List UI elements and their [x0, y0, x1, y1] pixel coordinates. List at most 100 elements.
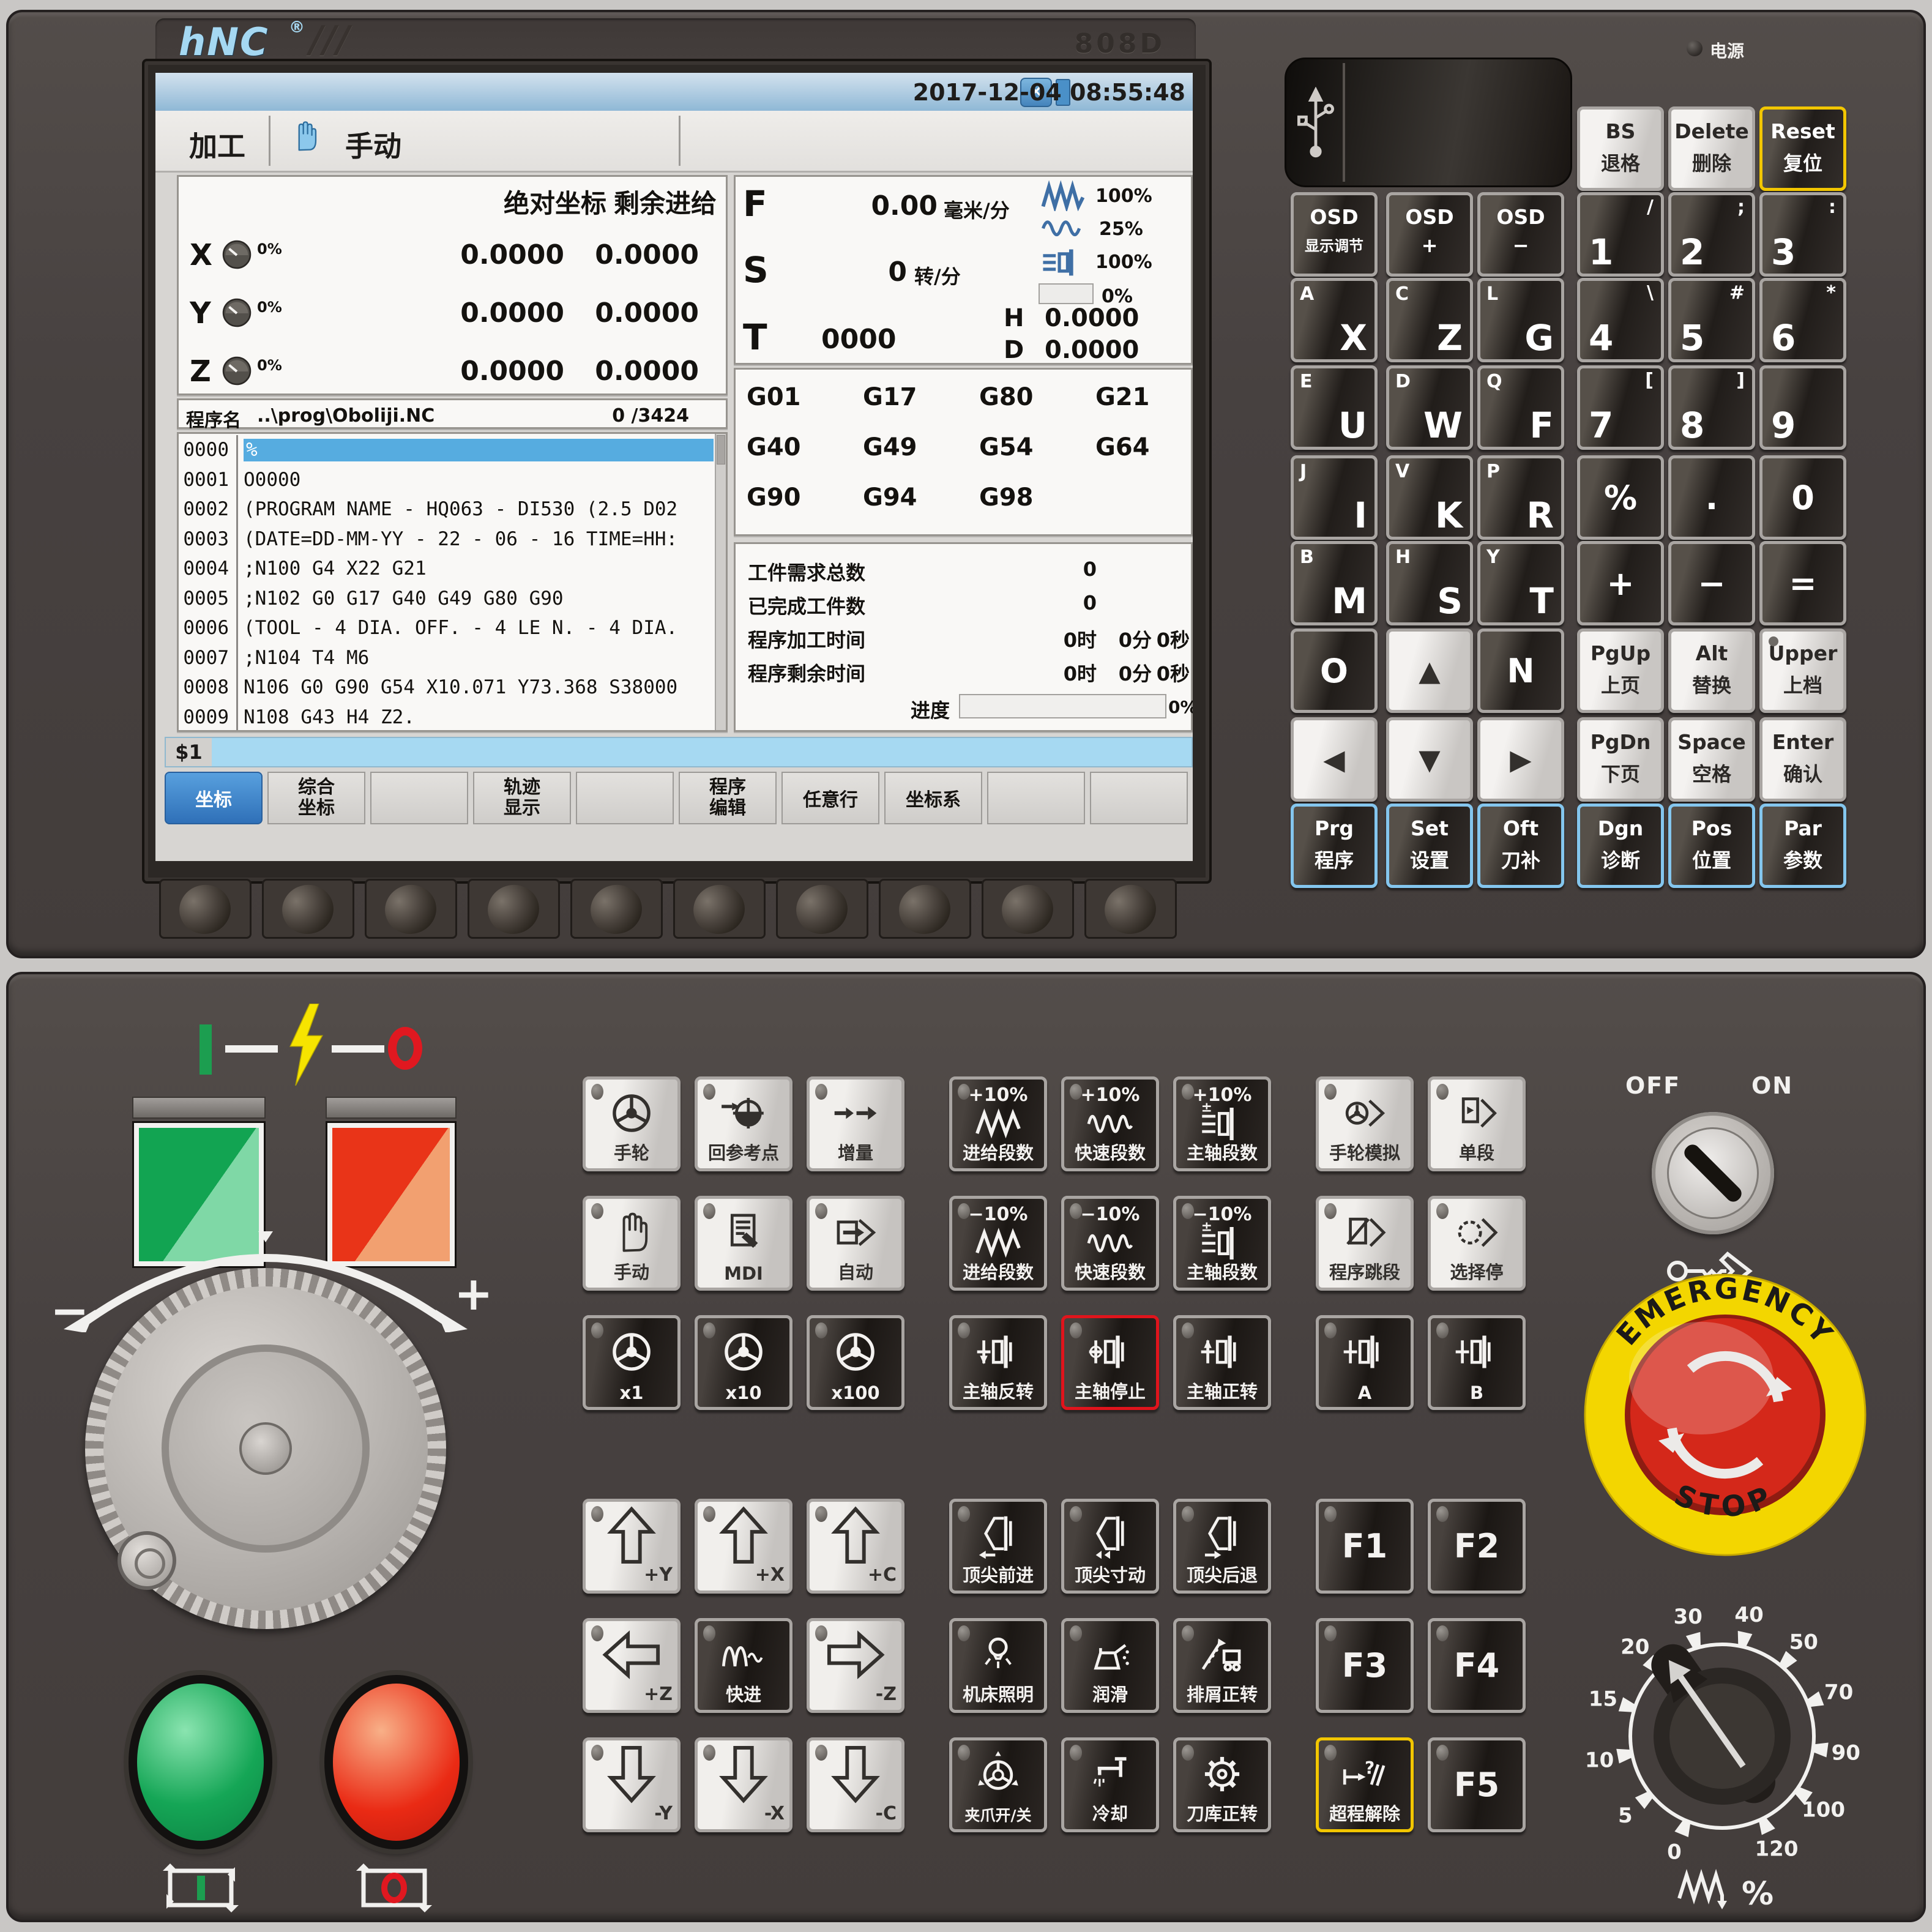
- monitor-softkey-2[interactable]: [262, 879, 354, 939]
- program-line[interactable]: 0009N108 G43 H4 Z2.: [179, 703, 717, 733]
- key-i[interactable]: JI: [1291, 455, 1378, 540]
- key-delete[interactable]: Delete删除: [1668, 106, 1755, 191]
- button-顶尖寸动[interactable]: 顶尖寸动: [1061, 1499, 1159, 1594]
- feedrate-override-dial[interactable]: 051015203040507090100120%: [1581, 1586, 1863, 1911]
- tab-坐标系[interactable]: 坐标系: [884, 772, 982, 824]
- key-+[interactable]: +: [1577, 541, 1664, 625]
- monitor-softkey-1[interactable]: [159, 879, 252, 939]
- button-+X[interactable]: +X: [695, 1499, 793, 1594]
- scrollbar-thumb[interactable]: [717, 435, 725, 464]
- button-单段[interactable]: 单段: [1428, 1076, 1526, 1171]
- key-s[interactable]: HS: [1386, 541, 1473, 625]
- button-+Z[interactable]: +Z: [583, 1618, 681, 1713]
- monitor-softkey-10[interactable]: [1084, 879, 1177, 939]
- button-快速段数[interactable]: −10%快速段数: [1061, 1196, 1159, 1291]
- button-超程解除[interactable]: ?超程解除: [1316, 1737, 1414, 1832]
- key-n[interactable]: N: [1477, 628, 1564, 713]
- button-MDI[interactable]: MDI: [695, 1196, 793, 1291]
- program-protect-keyswitch[interactable]: OFF ON: [1600, 1066, 1820, 1299]
- monitor-softkey-4[interactable]: [468, 879, 560, 939]
- key-space[interactable]: Space空格: [1668, 717, 1755, 802]
- key-9[interactable]: 9: [1759, 365, 1846, 450]
- tab-blank-8[interactable]: [987, 772, 1085, 824]
- key-f[interactable]: QF: [1477, 365, 1564, 450]
- key-.[interactable]: .: [1668, 455, 1755, 540]
- monitor-softkey-5[interactable]: [570, 879, 663, 939]
- usb-slot[interactable]: [1285, 58, 1572, 187]
- handwheel-mpg[interactable]: − +: [58, 1216, 474, 1657]
- tab-blank-9[interactable]: [1090, 772, 1188, 824]
- key-par[interactable]: Par参数: [1759, 804, 1846, 888]
- button-冷却[interactable]: 冷却: [1061, 1737, 1159, 1832]
- program-line[interactable]: 0004;N100 G4 X22 G21: [179, 554, 717, 584]
- tab-blank-2[interactable]: [370, 772, 468, 824]
- button-手轮模拟[interactable]: 手轮模拟: [1316, 1076, 1414, 1171]
- feed-hold-button[interactable]: [324, 1675, 468, 1849]
- key-z[interactable]: CZ: [1386, 278, 1473, 362]
- button-F4[interactable]: F4: [1428, 1618, 1526, 1713]
- button-x1[interactable]: x1: [583, 1315, 681, 1410]
- button-程序跳段[interactable]: 程序跳段: [1316, 1196, 1414, 1291]
- button-+Y[interactable]: +Y: [583, 1499, 681, 1594]
- key-reset[interactable]: Reset复位: [1759, 106, 1846, 191]
- button--C[interactable]: -C: [807, 1737, 904, 1832]
- program-line[interactable]: 0003(DATE=DD-MM-YY - 22 - 06 - 16 TIME=H…: [179, 524, 717, 554]
- key-page-down[interactable]: PgDn下页: [1577, 717, 1664, 802]
- button-排屑正转[interactable]: 排屑正转: [1173, 1618, 1271, 1713]
- button-主轴正转[interactable]: 主轴正转: [1173, 1315, 1271, 1410]
- program-line[interactable]: 0007;N104 T4 M6: [179, 643, 717, 673]
- button-主轴反转[interactable]: 主轴反转: [949, 1315, 1047, 1410]
- button-主轴段数[interactable]: −10%±主轴段数: [1173, 1196, 1271, 1291]
- button-x10[interactable]: x10: [695, 1315, 793, 1410]
- tab-综合坐标[interactable]: 综合坐标: [267, 772, 365, 824]
- button-F1[interactable]: F1: [1316, 1499, 1414, 1594]
- key-=[interactable]: =: [1759, 541, 1846, 625]
- key-8[interactable]: ]8: [1668, 365, 1755, 450]
- key-osd-minus[interactable]: OSD−: [1477, 192, 1564, 277]
- key-backspace[interactable]: BS退格: [1577, 106, 1664, 191]
- button--Z[interactable]: -Z: [807, 1618, 904, 1713]
- button-进给段数[interactable]: −10%进给段数: [949, 1196, 1047, 1291]
- key-alt[interactable]: Alt替换: [1668, 628, 1755, 713]
- tab-程序编辑[interactable]: 程序编辑: [679, 772, 777, 824]
- button-润滑[interactable]: 润滑: [1061, 1618, 1159, 1713]
- button-F5[interactable]: F5: [1428, 1737, 1526, 1832]
- monitor-softkey-8[interactable]: [879, 879, 971, 939]
- button-F2[interactable]: F2: [1428, 1499, 1526, 1594]
- key-3[interactable]: :3: [1759, 192, 1846, 277]
- cycle-start-button[interactable]: [129, 1675, 272, 1849]
- scrollbar[interactable]: [715, 434, 726, 730]
- key-cursor-left[interactable]: ◀: [1291, 717, 1378, 802]
- key-prg[interactable]: Prg程序: [1291, 804, 1378, 888]
- program-line[interactable]: 0000%: [179, 435, 717, 465]
- tab-轨迹显示[interactable]: 轨迹显示: [473, 772, 571, 824]
- key-%[interactable]: %: [1577, 455, 1664, 540]
- button--Y[interactable]: -Y: [583, 1737, 681, 1832]
- monitor-softkey-3[interactable]: [365, 879, 457, 939]
- tab-任意行[interactable]: 任意行: [781, 772, 879, 824]
- key-cursor-up[interactable]: ▲: [1386, 628, 1473, 713]
- key-w[interactable]: DW: [1386, 365, 1473, 450]
- key-pos[interactable]: Pos位置: [1668, 804, 1755, 888]
- key-2[interactable]: ;2: [1668, 192, 1755, 277]
- button-手动[interactable]: 手动: [583, 1196, 681, 1291]
- key-upper[interactable]: Upper上档: [1759, 628, 1846, 713]
- key-0[interactable]: 0: [1759, 455, 1846, 540]
- key-u[interactable]: EU: [1291, 365, 1378, 450]
- button-增量[interactable]: 增量: [807, 1076, 904, 1171]
- handwheel-handle[interactable]: [117, 1531, 176, 1590]
- program-line[interactable]: 0005;N102 G0 G17 G40 G49 G80 G90: [179, 584, 717, 614]
- key-cursor-down[interactable]: ▼: [1386, 717, 1473, 802]
- button-A[interactable]: A: [1316, 1315, 1414, 1410]
- button-顶尖后退[interactable]: 顶尖后退: [1173, 1499, 1271, 1594]
- key-dgn[interactable]: Dgn诊断: [1577, 804, 1664, 888]
- button-夹爪开-关[interactable]: 夹爪开/关: [949, 1737, 1047, 1832]
- button-进给段数[interactable]: +10%进给段数: [949, 1076, 1047, 1171]
- program-line[interactable]: 0002(PROGRAM NAME - HQ063 - DI530 (2.5 D…: [179, 494, 717, 524]
- button-+C[interactable]: +C: [807, 1499, 904, 1594]
- button-B[interactable]: B: [1428, 1315, 1526, 1410]
- key-o[interactable]: O: [1291, 628, 1378, 713]
- program-line[interactable]: 0006(TOOL - 4 DIA. OFF. - 4 LE N. - 4 DI…: [179, 613, 717, 643]
- key-page-up[interactable]: PgUp上页: [1577, 628, 1664, 713]
- key-m[interactable]: BM: [1291, 541, 1378, 625]
